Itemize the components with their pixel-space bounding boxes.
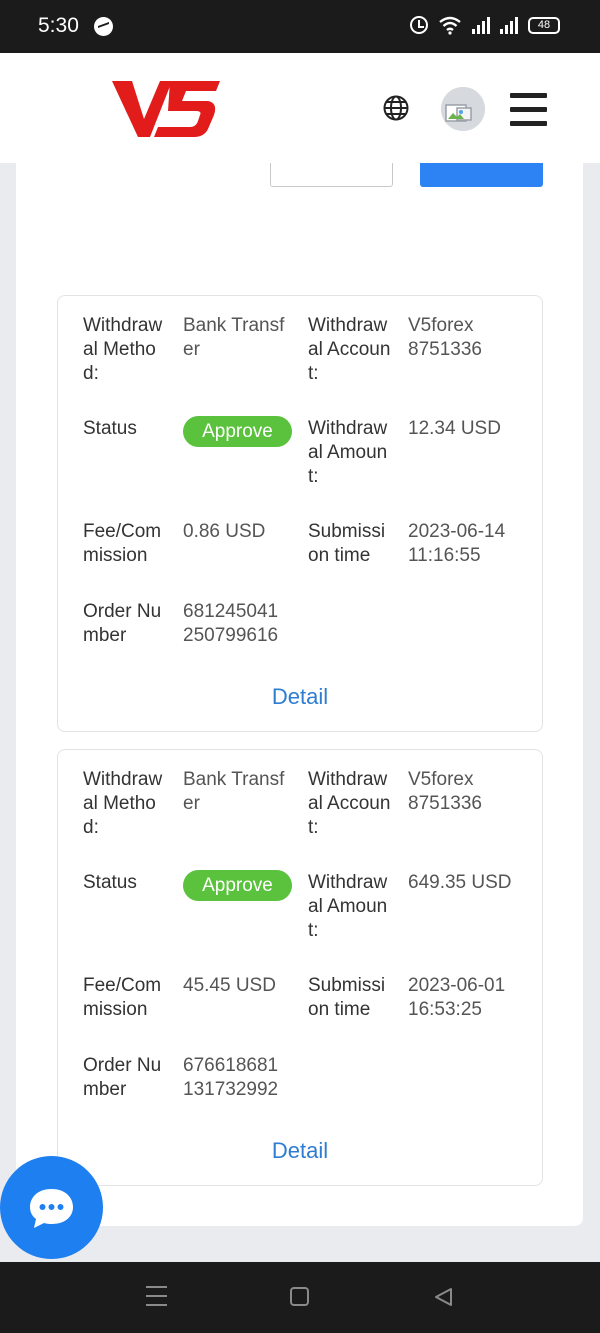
alarm-icon [410, 16, 428, 34]
system-nav-bar [0, 1262, 600, 1333]
fee-commission-label: Fee/Com mission [83, 521, 162, 566]
recent-apps-icon[interactable] [146, 1286, 167, 1306]
order-number-label: Order Nu mber [83, 1055, 162, 1100]
withdrawal-method-value: Bank Transf er [183, 315, 285, 360]
withdrawal-method-value: Bank Transf er [183, 769, 285, 814]
globe-icon[interactable] [382, 94, 410, 122]
withdrawal-account-value: V5forex 8751336 [408, 315, 482, 360]
chat-icon [30, 1189, 73, 1228]
v5-logo[interactable] [110, 77, 222, 141]
fee-commission-label: Fee/Com mission [83, 975, 162, 1020]
submission-time-value: 2023-06-01 16:53:25 [408, 975, 506, 1020]
withdrawal-method-label: Withdraw al Metho d: [83, 769, 163, 838]
withdrawal-record-card: Withdraw al Metho d: Bank Transf er With… [57, 749, 543, 1186]
status-label: Status [83, 418, 137, 439]
order-number-label: Order Nu mber [83, 601, 162, 646]
home-icon[interactable] [290, 1287, 309, 1306]
back-icon[interactable] [432, 1286, 454, 1308]
messenger-icon [94, 17, 113, 36]
status-icons: 48 [410, 15, 560, 35]
status-bar: 5:30 48 [0, 0, 600, 53]
submission-time-value: 2023-06-14 11:16:55 [408, 521, 506, 566]
signal-icon-2 [500, 16, 518, 34]
detail-link[interactable]: Detail [58, 1138, 542, 1164]
withdrawal-amount-label: Withdraw al Amoun t: [308, 418, 388, 487]
detail-link[interactable]: Detail [58, 684, 542, 710]
status-badge: Approve [183, 416, 292, 447]
submission-time-label: Submissi on time [308, 975, 386, 1020]
order-number-value: 681245041 250799616 [183, 601, 279, 646]
withdrawal-account-label: Withdraw al Accoun t: [308, 315, 391, 384]
withdrawal-account-value: V5forex 8751336 [408, 769, 482, 814]
withdrawal-account-label: Withdraw al Accoun t: [308, 769, 391, 838]
fee-commission-value: 45.45 USD [183, 975, 276, 996]
status-time: 5:30 [38, 14, 79, 37]
order-number-value: 676618681 131732992 [183, 1055, 279, 1100]
menu-icon[interactable] [510, 93, 547, 127]
chat-button[interactable] [0, 1156, 103, 1259]
status-label: Status [83, 872, 137, 893]
wifi-icon [438, 15, 462, 35]
withdrawal-amount-label: Withdraw al Amoun t: [308, 872, 388, 941]
fee-commission-value: 0.86 USD [183, 521, 266, 542]
withdrawal-panel: Reset Search Withdraw al Metho d: Bank T… [16, 120, 583, 1226]
battery-icon: 48 [528, 16, 560, 34]
submission-time-label: Submissi on time [308, 521, 386, 566]
withdrawal-amount-value: 649.35 USD [408, 872, 512, 893]
status-badge: Approve [183, 870, 292, 901]
withdrawal-method-label: Withdraw al Metho d: [83, 315, 163, 384]
withdrawal-record-card: Withdraw al Metho d: Bank Transf er With… [57, 295, 543, 732]
signal-icon [472, 16, 490, 34]
withdrawal-amount-value: 12.34 USD [408, 418, 501, 439]
app-header [0, 53, 600, 163]
avatar[interactable] [441, 87, 485, 131]
